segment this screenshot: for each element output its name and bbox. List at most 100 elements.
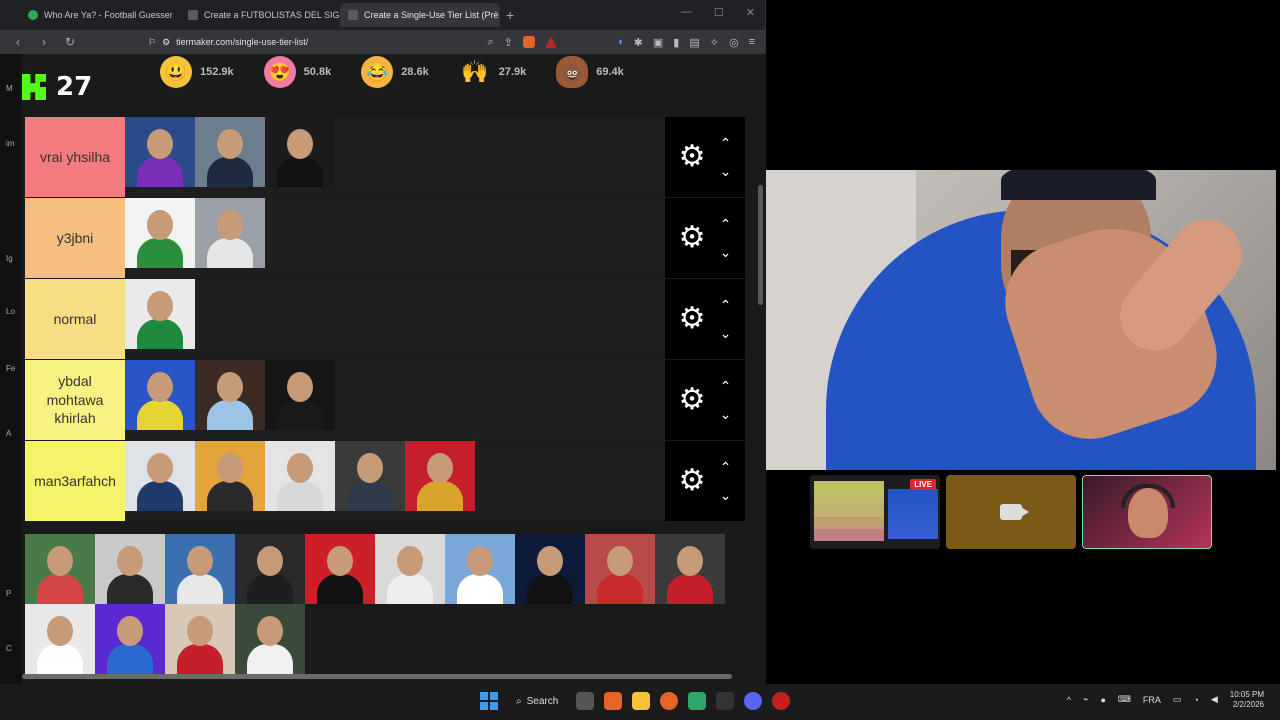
tier-label[interactable]: normal xyxy=(25,279,125,359)
tier-items[interactable] xyxy=(125,279,665,359)
move-tier-up-icon[interactable]: ⌃ xyxy=(720,136,732,150)
tier-item-image[interactable] xyxy=(125,360,195,430)
move-tier-down-icon[interactable]: ⌄ xyxy=(720,488,732,502)
leo-icon[interactable]: ✧ xyxy=(710,36,719,49)
keyboard-icon[interactable]: ⌨ xyxy=(1118,694,1131,705)
tier-settings-gear-icon[interactable]: ⚙ xyxy=(679,142,706,172)
taskbar-search[interactable]: ⌕ Search xyxy=(508,696,566,707)
tier-item-image[interactable] xyxy=(585,534,655,604)
move-tier-down-icon[interactable]: ⌄ xyxy=(720,326,732,340)
back-icon[interactable]: ‹ xyxy=(10,35,26,49)
tier-item-image[interactable] xyxy=(265,441,335,511)
tier-item-image[interactable] xyxy=(195,360,265,430)
reaction-item[interactable]: 😃 152.9k xyxy=(160,56,234,88)
reaction-item[interactable]: 💩 69.4k xyxy=(556,56,624,88)
minimize-icon[interactable]: — xyxy=(681,6,692,19)
tray-overflow-icon[interactable]: ^ xyxy=(1067,695,1071,705)
reload-icon[interactable]: ↻ xyxy=(62,35,78,49)
reaction-item[interactable]: 😂 28.6k xyxy=(361,56,429,88)
tier-item-image[interactable] xyxy=(515,534,585,604)
tab-who-are-ya[interactable]: Who Are Ya? - Football Guesser xyxy=(20,3,180,27)
move-tier-down-icon[interactable]: ⌄ xyxy=(720,164,732,178)
tier-item-image[interactable] xyxy=(655,534,725,604)
vertical-scrollbar[interactable] xyxy=(756,110,764,684)
tab-futbolistas[interactable]: Create a FUTBOLISTAS DEL SIGLO Ti xyxy=(180,3,340,27)
volume-icon[interactable]: ◀ xyxy=(1211,694,1218,705)
discord-icon[interactable] xyxy=(744,692,763,710)
tier-label[interactable]: vrai yhsilha xyxy=(25,117,125,197)
reaction-item[interactable]: 😍 50.8k xyxy=(263,56,331,88)
tier-items[interactable] xyxy=(125,360,665,440)
file-explorer-icon[interactable] xyxy=(632,692,651,710)
tier-items[interactable] xyxy=(125,198,665,278)
participant-camera-off[interactable] xyxy=(946,475,1076,549)
horizontal-scrollbar[interactable] xyxy=(22,674,752,680)
network-icon[interactable]: ◔ xyxy=(1193,695,1198,705)
participant-screen-share[interactable]: LIVE xyxy=(810,475,940,549)
tier-label[interactable]: y3jbni xyxy=(25,198,125,278)
brave-rewards-icon[interactable] xyxy=(545,36,557,48)
tier-item-image[interactable] xyxy=(125,441,195,511)
menu-icon[interactable]: ≡ xyxy=(749,36,755,48)
forward-icon[interactable]: › xyxy=(36,35,52,49)
tier-item-image[interactable] xyxy=(125,117,195,187)
move-tier-up-icon[interactable]: ⌃ xyxy=(720,217,732,231)
bookmark-icon[interactable]: ⚐ xyxy=(148,37,156,48)
tier-item-image[interactable] xyxy=(125,198,195,268)
tier-label[interactable]: man3arfahch xyxy=(25,441,125,521)
tab-single-use-tier-list[interactable]: Create a Single-Use Tier List (Prè ✕ xyxy=(340,3,500,27)
move-tier-up-icon[interactable]: ⌃ xyxy=(720,298,732,312)
move-tier-down-icon[interactable]: ⌄ xyxy=(720,245,732,259)
reaction-item[interactable]: 🙌 27.9k xyxy=(459,56,526,88)
brave-shield-icon[interactable] xyxy=(523,36,535,48)
clock[interactable]: 10:05 PM 2/2/2026 xyxy=(1230,690,1264,709)
maximize-icon[interactable]: ☐ xyxy=(714,6,724,19)
tier-items[interactable] xyxy=(125,117,665,197)
tier-item-image[interactable] xyxy=(405,441,475,511)
participant-webcam[interactable] xyxy=(1082,475,1212,549)
tier-item-image[interactable] xyxy=(235,604,305,674)
tier-item-image[interactable] xyxy=(25,604,95,674)
vpn-icon[interactable]: ◎ xyxy=(729,36,739,49)
tier-item-image[interactable] xyxy=(335,441,405,511)
task-view-icon[interactable] xyxy=(576,692,595,710)
tier-item-image[interactable] xyxy=(95,604,165,674)
app-icon[interactable] xyxy=(688,692,707,710)
tier-item-image[interactable] xyxy=(125,279,195,349)
windows-start-icon[interactable] xyxy=(480,692,498,710)
tier-item-image[interactable] xyxy=(265,117,335,187)
usb-icon[interactable]: ⌁ xyxy=(1083,694,1088,705)
brave-browser-icon[interactable] xyxy=(604,692,623,710)
tier-item-image[interactable] xyxy=(445,534,515,604)
mic-icon[interactable]: ● xyxy=(1100,695,1105,705)
wallet-icon[interactable]: ▤ xyxy=(689,36,699,49)
tier-items[interactable] xyxy=(125,441,665,521)
tier-item-image[interactable] xyxy=(165,534,235,604)
tier-item-image[interactable] xyxy=(235,534,305,604)
site-info-icon[interactable]: ⚙ xyxy=(162,37,170,48)
tier-label[interactable]: ybdal mohtawa khirlah xyxy=(25,360,125,440)
move-tier-down-icon[interactable]: ⌄ xyxy=(720,407,732,421)
move-tier-up-icon[interactable]: ⌃ xyxy=(720,460,732,474)
tier-settings-gear-icon[interactable]: ⚙ xyxy=(679,304,706,334)
tier-settings-gear-icon[interactable]: ⚙ xyxy=(679,466,706,496)
tier-item-image[interactable] xyxy=(195,117,265,187)
sidebar-icon[interactable]: ▮ xyxy=(673,36,679,49)
tier-item-image[interactable] xyxy=(195,441,265,511)
move-tier-up-icon[interactable]: ⌃ xyxy=(720,379,732,393)
record-icon[interactable] xyxy=(772,692,791,710)
tier-item-image[interactable] xyxy=(195,198,265,268)
zoom-icon[interactable]: ⌕ xyxy=(488,36,494,49)
tier-item-image[interactable] xyxy=(375,534,445,604)
share-icon[interactable]: ⇪ xyxy=(504,36,513,49)
screenshot-icon[interactable]: ▣ xyxy=(653,36,663,49)
horizontal-scroll-thumb[interactable] xyxy=(22,674,732,679)
close-window-icon[interactable]: ✕ xyxy=(746,6,755,19)
language-indicator[interactable]: FRA xyxy=(1143,695,1161,705)
address-bar[interactable]: ⚐ ⚙ tiermaker.com/single-use-tier-list/ xyxy=(148,37,478,48)
extensions-icon[interactable]: ✱ xyxy=(634,36,643,49)
vertical-scroll-thumb[interactable] xyxy=(758,185,763,305)
new-tab-icon[interactable]: + xyxy=(506,7,514,23)
tier-item-image[interactable] xyxy=(265,360,335,430)
tier-item-image[interactable] xyxy=(165,604,235,674)
